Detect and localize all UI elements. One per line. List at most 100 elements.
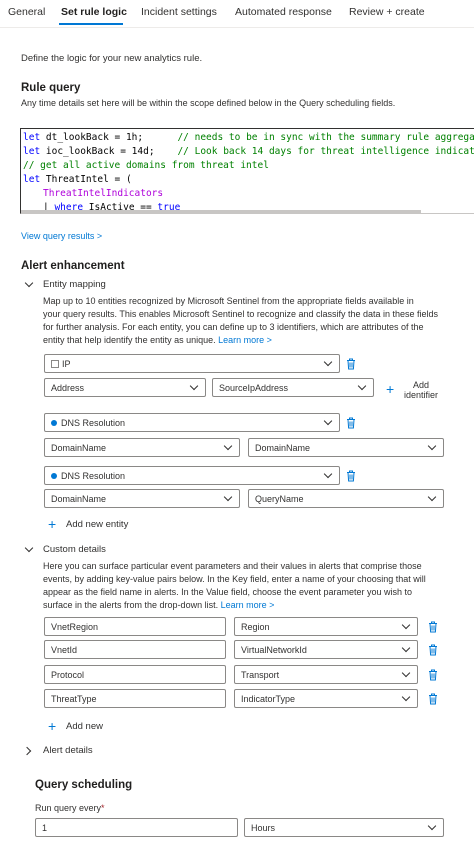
chevron-down-icon [401, 692, 411, 702]
tab-incident-settings[interactable]: Incident settings [141, 6, 217, 18]
dns-entity-icon [51, 473, 57, 479]
chevron-down-icon [427, 441, 437, 451]
chevron-right-icon [22, 746, 32, 756]
entity-identifier-dropdown-2[interactable]: DomainName [44, 438, 240, 457]
code-line-2: let ioc_lookBack = 14d; // Look back 14 … [23, 146, 474, 157]
entity-mapping-toggle[interactable] [24, 278, 34, 289]
chevron-down-icon [401, 620, 411, 630]
entity-mapping-desc-3: for further analysis. For each entity, y… [43, 322, 424, 332]
code-line-5: ThreatIntelIndicators [43, 188, 164, 199]
custom-detail-key-3-value: Protocol [51, 670, 85, 680]
custom-detail-value-dropdown-2[interactable]: VirtualNetworkId [234, 640, 418, 659]
custom-detail-value-dropdown-4[interactable]: IndicatorType [234, 689, 418, 708]
entity-mapping-learn-more[interactable]: Learn more > [218, 335, 272, 345]
delete-custom-detail-3-icon[interactable] [428, 669, 438, 681]
chevron-down-icon [323, 469, 333, 479]
tab-automated-response[interactable]: Automated response [235, 6, 332, 18]
entity-value-dropdown-1[interactable]: SourceIpAddress [212, 378, 374, 397]
entity-identifier-dropdown-3[interactable]: DomainName [44, 489, 240, 508]
chevron-down-icon [427, 492, 437, 502]
chevron-down-icon [323, 357, 333, 367]
query-scheduling-heading: Query scheduling [35, 779, 133, 791]
entity-value-dropdown-3[interactable]: QueryName [248, 489, 444, 508]
delete-entity-3-icon[interactable] [346, 470, 356, 482]
chevron-down-icon [401, 643, 411, 653]
add-identifier-label-2: identifier [404, 390, 439, 400]
editor-horizontal-scrollbar[interactable] [21, 210, 421, 213]
entity-value-dropdown-2[interactable]: DomainName [248, 438, 444, 457]
query-editor[interactable]: let dt_lookBack = 1h; // needs to be in … [20, 128, 474, 214]
entity-type-dropdown-2[interactable]: DNS Resolution [44, 413, 340, 432]
delete-entity-2-icon[interactable] [346, 417, 356, 429]
custom-details-desc-4: surface in the alerts from the drop-down… [43, 600, 274, 610]
alert-details-toggle[interactable] [22, 746, 32, 757]
entity-type-dropdown-1[interactable]: IP [44, 354, 340, 373]
entity-type-3: DNS Resolution [51, 471, 125, 481]
add-identifier-button[interactable]: Add identifier [404, 380, 438, 400]
alert-enhancement-heading: Alert enhancement [21, 260, 125, 272]
code-line-3: // get all active domains from threat in… [23, 160, 269, 171]
run-query-every-text: Run query every [35, 803, 102, 813]
delete-custom-detail-2-icon[interactable] [428, 644, 438, 656]
add-new-entity-plus-icon[interactable]: + [48, 517, 56, 531]
custom-details-learn-more[interactable]: Learn more > [221, 600, 275, 610]
custom-detail-key-1-value: VnetRegion [51, 622, 99, 632]
chevron-down-icon [223, 441, 233, 451]
custom-detail-key-4[interactable]: ThreatType [44, 689, 226, 708]
add-identifier-plus-icon[interactable]: + [386, 382, 394, 396]
chevron-down-icon [223, 492, 233, 502]
add-new-custom-detail-plus-icon[interactable]: + [48, 719, 56, 733]
chevron-down-icon [401, 668, 411, 678]
required-indicator: * [101, 803, 105, 813]
view-query-results-link[interactable]: View query results > [21, 231, 102, 241]
tab-review-create[interactable]: Review + create [349, 6, 425, 18]
add-new-entity-button[interactable]: Add new entity [66, 519, 128, 530]
entity-type-1: IP [51, 359, 71, 369]
custom-detail-value-2: VirtualNetworkId [241, 645, 307, 655]
chevron-down-icon [427, 821, 437, 831]
entity-identifier-dropdown-1[interactable]: Address [44, 378, 206, 397]
custom-details-desc-1: Here you can surface particular event pa… [43, 561, 422, 571]
entity-value-1: SourceIpAddress [219, 383, 289, 393]
entity-value-2: DomainName [255, 443, 311, 453]
custom-detail-key-1[interactable]: VnetRegion [44, 617, 226, 636]
entity-identifier-1: Address [51, 383, 85, 393]
entity-mapping-desc-4-text: entity that help identify the entity as … [43, 335, 216, 345]
tab-general[interactable]: General [8, 6, 45, 18]
code-line-4: let ThreatIntel = ( [23, 174, 132, 185]
add-new-custom-detail-button[interactable]: Add new [66, 721, 103, 732]
chevron-down-icon [189, 381, 199, 391]
run-query-every-unit-dropdown[interactable]: Hours [244, 818, 444, 837]
custom-details-label: Custom details [43, 544, 106, 555]
entity-identifier-3: DomainName [51, 494, 107, 504]
entity-type-dropdown-3[interactable]: DNS Resolution [44, 466, 340, 485]
custom-details-desc-3: appear as the field name in alerts. In t… [43, 587, 413, 597]
delete-custom-detail-1-icon[interactable] [428, 621, 438, 633]
custom-details-toggle[interactable] [24, 543, 34, 554]
custom-detail-key-2[interactable]: VnetId [44, 640, 226, 659]
chevron-down-icon [323, 416, 333, 426]
delete-entity-1-icon[interactable] [346, 358, 356, 370]
run-query-every-label: Run query every* [35, 803, 105, 813]
custom-detail-value-4: IndicatorType [241, 694, 296, 704]
rule-query-heading: Rule query [21, 82, 81, 94]
entity-value-3: QueryName [255, 494, 304, 504]
custom-details-desc-4-text: surface in the alerts from the drop-down… [43, 600, 219, 610]
run-query-every-input[interactable]: 1 [35, 818, 238, 837]
entity-mapping-desc-4: entity that help identify the entity as … [43, 335, 272, 345]
custom-detail-value-dropdown-1[interactable]: Region [234, 617, 418, 636]
tab-set-rule-logic[interactable]: Set rule logic [61, 6, 127, 18]
entity-type-2: DNS Resolution [51, 418, 125, 428]
rule-query-subtitle: Any time details set here will be within… [21, 98, 396, 108]
chevron-down-icon [24, 278, 34, 288]
run-query-every-unit: Hours [251, 823, 276, 833]
chevron-down-icon [357, 381, 367, 391]
custom-details-desc-2: events, by adding key-value pairs below.… [43, 574, 426, 584]
custom-detail-value-dropdown-3[interactable]: Transport [234, 665, 418, 684]
custom-detail-value-1: Region [241, 622, 270, 632]
delete-custom-detail-4-icon[interactable] [428, 693, 438, 705]
tab-bar: General Set rule logic Incident settings… [0, 0, 474, 28]
run-query-every-value: 1 [42, 823, 48, 833]
active-tab-indicator [59, 23, 123, 25]
custom-detail-key-3[interactable]: Protocol [44, 665, 226, 684]
